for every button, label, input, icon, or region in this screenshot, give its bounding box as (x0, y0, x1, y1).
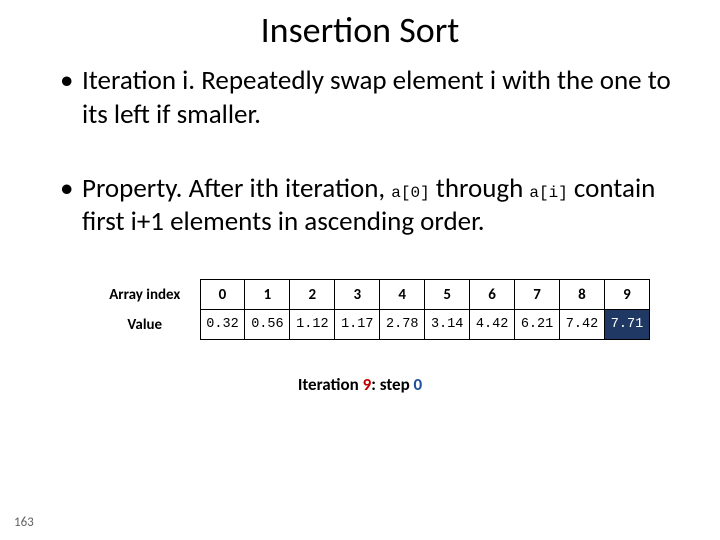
bullet-text-pre: Iteration i. Repeatedly swap element i w… (82, 64, 671, 131)
value-cell: 7.42 (560, 310, 605, 340)
caption-pre: Iteration (298, 374, 363, 395)
row-header-index: Array index (90, 280, 200, 310)
page-number: 163 (14, 515, 34, 530)
value-cell: 4.42 (470, 310, 515, 340)
index-cell: 7 (515, 280, 560, 310)
code-inline: a[i] (529, 184, 567, 202)
bullet-item: • Iteration i. Repeatedly swap element i… (60, 64, 680, 132)
table-row: Array index 0 1 2 3 4 5 6 7 8 9 (90, 280, 650, 310)
bullet-item: • Property. After ith iteration, a[0] th… (60, 172, 680, 240)
value-cell: 7.71 (604, 310, 649, 340)
bullet-text: Property. After ith iteration, a[0] thro… (82, 172, 680, 240)
value-cell: 6.21 (515, 310, 560, 340)
code-inline: a[0] (391, 184, 429, 202)
bullet-dot: • (60, 64, 82, 132)
value-cell: 1.17 (335, 310, 380, 340)
value-cell: 0.32 (200, 310, 245, 340)
index-cell: 5 (425, 280, 470, 310)
index-cell: 6 (470, 280, 515, 310)
slide-title: Insertion Sort (0, 0, 720, 64)
iteration-number: 9 (363, 374, 372, 395)
row-header-value: Value (90, 310, 200, 340)
value-cell: 2.78 (380, 310, 425, 340)
bullet-text-mid: through (430, 172, 530, 205)
index-cell: 4 (380, 280, 425, 310)
index-cell: 0 (200, 280, 245, 310)
table-row: Value 0.32 0.56 1.12 1.17 2.78 3.14 4.42… (90, 310, 650, 340)
bullet-list: • Iteration i. Repeatedly swap element i… (0, 64, 720, 239)
array-table: Array index 0 1 2 3 4 5 6 7 8 9 Value 0.… (90, 279, 650, 340)
index-cell: 8 (560, 280, 605, 310)
index-cell: 3 (335, 280, 380, 310)
step-number: 0 (414, 374, 423, 395)
value-cell: 0.56 (245, 310, 290, 340)
caption-mid: : step (371, 374, 413, 395)
bullet-text: Iteration i. Repeatedly swap element i w… (82, 64, 680, 132)
index-cell: 9 (604, 280, 649, 310)
bullet-dot: • (60, 172, 82, 240)
iteration-caption: Iteration 9: step 0 (0, 374, 720, 395)
value-cell: 3.14 (425, 310, 470, 340)
index-cell: 2 (290, 280, 335, 310)
index-cell: 1 (245, 280, 290, 310)
bullet-text-pre: Property. After ith iteration, (82, 172, 391, 205)
value-cell: 1.12 (290, 310, 335, 340)
